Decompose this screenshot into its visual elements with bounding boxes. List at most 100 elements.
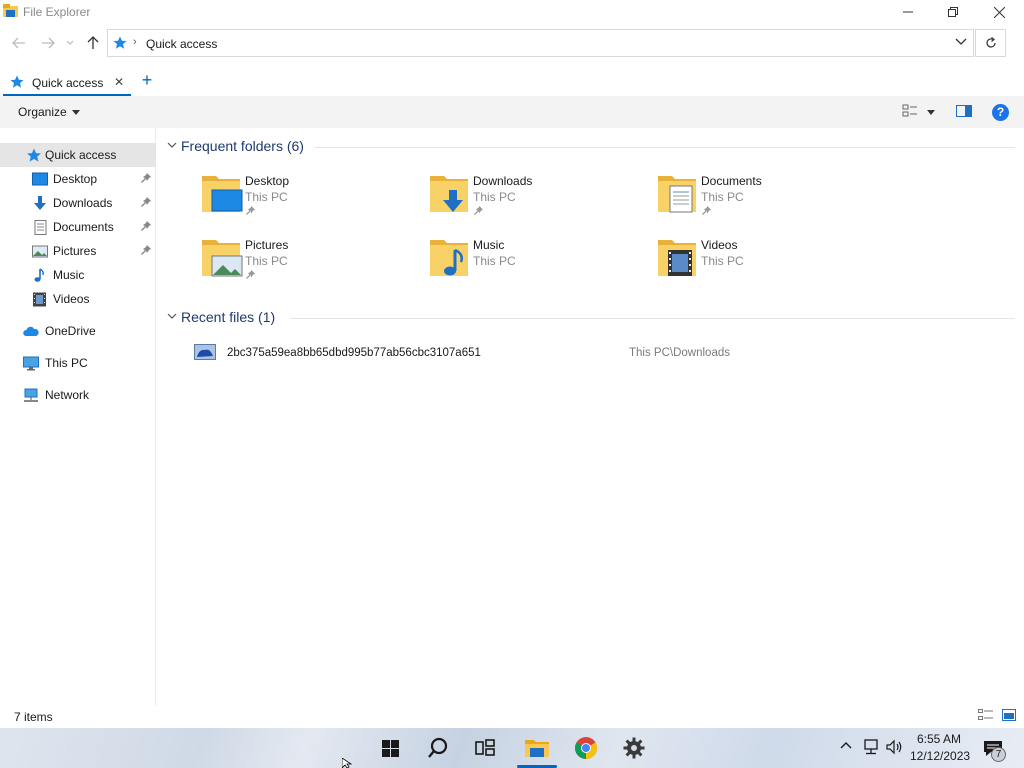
content-pane: Frequent folders (6) Desktop This PC Dow… [157,128,1024,706]
music-note-icon [34,268,44,282]
close-button[interactable] [976,0,1022,24]
chevron-down-icon [66,40,74,45]
status-bar: 7 items [0,706,1024,728]
downloads-folder-icon [430,176,468,212]
sidebar-item-music[interactable]: Music [0,263,156,287]
documents-folder-icon [658,176,696,213]
folder-tile-videos[interactable]: Videos This PC [656,236,866,292]
folder-tile-documents[interactable]: Documents This PC [656,172,866,228]
tab-quick-access[interactable]: Quick access ✕ [3,68,131,96]
caret-down-icon[interactable] [927,110,935,115]
folder-tile-pictures[interactable]: Pictures This PC [200,236,410,292]
organize-label: Organize [18,105,67,119]
clock-date[interactable]: 12/12/2023 [910,749,970,763]
new-tab-button[interactable]: + [138,71,156,90]
preview-pane-icon[interactable] [956,104,972,118]
frequent-folders-header[interactable]: Frequent folders (6) [165,136,1015,158]
forward-button[interactable] [37,32,59,54]
pin-icon [141,245,151,255]
group-divider [290,318,1015,319]
sidebar-item-documents[interactable]: Documents [0,215,156,239]
details-view-icon[interactable] [978,709,994,721]
sidebar-item-label: Videos [53,292,90,306]
address-bar[interactable]: › Quick access [107,29,974,57]
restore-icon [948,7,958,17]
large-icons-view-icon[interactable] [1002,709,1016,721]
recent-files-header[interactable]: Recent files (1) [165,307,1015,329]
pin-icon [246,206,255,215]
recent-locations-button[interactable] [62,32,78,54]
download-arrow-icon [34,196,46,210]
sidebar-item-desktop[interactable]: Desktop [0,167,156,191]
folder-tile-desktop[interactable]: Desktop This PC [200,172,410,228]
help-button[interactable]: ? [992,104,1009,121]
document-icon [34,220,47,235]
sidebar-item-onedrive[interactable]: OneDrive [0,319,156,343]
close-icon [993,6,1005,18]
refresh-icon [985,37,996,48]
pin-icon [702,206,711,215]
up-arrow-icon [87,36,99,49]
windows-start-icon [381,739,399,757]
minimize-icon [903,11,913,13]
recent-file-row[interactable]: 2bc375a59ea8bb65dbd995b77ab56cbc3107a651… [192,342,1012,364]
title-bar: File Explorer [0,0,1024,24]
sidebar-item-label: Documents [53,220,114,234]
pin-icon [141,197,151,207]
taskbar: 6:55 AM 12/12/2023 [0,728,1024,768]
sidebar-item-downloads[interactable]: Downloads [0,191,156,215]
clock-time[interactable]: 6:55 AM [917,732,961,746]
music-folder-icon [430,240,468,276]
file-explorer-app-icon [3,4,18,17]
folder-name: Desktop [245,174,290,188]
sidebar-item-label: Downloads [53,196,113,210]
search-button[interactable] [422,734,454,762]
file-name: 2bc375a59ea8bb65dbd995b77ab56cbc3107a651 [227,347,481,359]
star-icon [113,36,127,49]
folder-tile-downloads[interactable]: Downloads This PC [428,172,638,228]
star-icon [10,75,24,88]
volume-icon[interactable] [886,739,904,755]
organize-button[interactable]: Organize [18,105,80,119]
layout-options-icon[interactable] [902,104,918,118]
refresh-button[interactable] [975,29,1006,57]
search-icon [428,737,448,758]
back-button[interactable] [8,32,30,54]
file-location: This PC\Downloads [629,347,730,359]
sidebar-item-this-pc[interactable]: This PC [0,351,156,375]
task-view-button[interactable] [469,734,501,762]
command-bar: Organize [0,96,1024,128]
pin-icon [474,206,483,215]
taskbar-chrome[interactable] [570,734,602,762]
chevron-up-icon[interactable] [840,740,852,750]
group-title: Recent files (1) [181,309,276,325]
cloud-icon [23,326,39,336]
taskbar-file-explorer[interactable] [517,734,557,768]
window-title: File Explorer [23,5,91,19]
breadcrumb-quick-access[interactable]: Quick access [146,37,217,51]
tab-close-button[interactable]: ✕ [114,75,124,89]
sidebar-item-quick-access[interactable]: Quick access [0,143,156,167]
star-icon [27,148,41,162]
chevron-down-icon[interactable] [955,37,967,47]
tab-label: Quick access [32,76,104,90]
start-button[interactable] [374,734,406,762]
desktop-icon [32,172,48,186]
sidebar-item-network[interactable]: Network [0,383,156,407]
notification-button[interactable]: 7 [983,740,1009,764]
folder-tile-music[interactable]: Music This PC [428,236,638,292]
taskbar-settings[interactable] [618,734,650,762]
network-status-icon[interactable] [862,739,880,755]
folder-name: Downloads [473,174,533,188]
sidebar-item-pictures[interactable]: Pictures [0,239,156,263]
pin-icon [246,270,255,279]
sidebar-item-label: Quick access [45,148,117,162]
restore-button[interactable] [930,0,976,24]
picture-icon [32,245,48,258]
minimize-button[interactable] [885,0,931,24]
pin-icon [141,173,151,183]
up-button[interactable] [82,32,104,54]
folder-location: This PC [473,254,516,268]
desktop-folder-icon [202,176,243,212]
sidebar-item-videos[interactable]: Videos [0,287,156,311]
